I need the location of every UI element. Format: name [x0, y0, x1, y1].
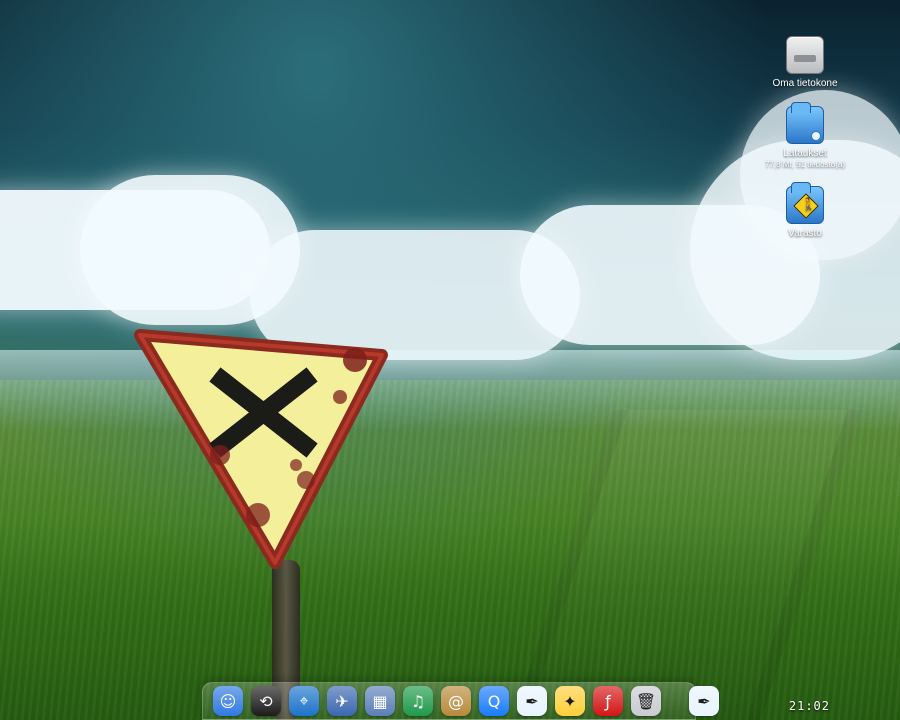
mail-stamp-icon[interactable]: ✈ — [327, 686, 357, 716]
desktop-icon-label: Lataukset — [783, 148, 827, 159]
road-sign-graphic — [134, 329, 388, 569]
dock-icon: ✒ — [697, 691, 711, 711]
desktop-icon-varasto[interactable]: Varasto — [750, 182, 860, 240]
desktop-icon-lataukset[interactable]: Lataukset 77,8 Mt, 51 tiedosto(a) — [750, 102, 860, 170]
feather-app-icon-2[interactable]: ✒ — [689, 686, 719, 716]
dock-icon: ☺ — [219, 691, 237, 711]
music-icon[interactable]: ♫ — [403, 686, 433, 716]
dock-icon: ⟲ — [259, 691, 273, 711]
dock: ☺ ⟲ ⌖ ✈ ▦ ♫ @ Q ✒ ✦ ƒ 🗑 ✒ — [202, 682, 719, 720]
road-sign — [130, 325, 390, 575]
feather-app-icon[interactable]: ✒ — [517, 686, 547, 716]
workzone-sign-icon — [793, 193, 819, 219]
dock-icon: ✦ — [563, 691, 577, 711]
download-badge-icon — [811, 131, 821, 141]
dock-icon: ▦ — [372, 691, 388, 711]
dock-icon: ✒ — [525, 691, 539, 711]
dock-icon: ♫ — [410, 691, 426, 711]
desktop-icon-label: Oma tietokone — [772, 78, 838, 89]
finder-icon[interactable]: ☺ — [213, 686, 243, 716]
dock-icon: ƒ — [605, 691, 611, 711]
photos-icon[interactable]: ▦ — [365, 686, 395, 716]
hard-drive-icon — [786, 36, 824, 74]
flash-icon[interactable]: ƒ — [593, 686, 623, 716]
desktop: Oma tietokone Lataukset 77,8 Mt, 51 tied… — [0, 0, 900, 720]
dock-icon: @ — [448, 691, 464, 711]
dock-icon: 🗑 — [635, 691, 657, 711]
address-book-icon[interactable]: @ — [441, 686, 471, 716]
storage-folder-icon — [786, 182, 824, 224]
downloads-folder-icon — [786, 102, 824, 144]
menubar-clock: 21:02 — [788, 699, 830, 713]
desktop-icon-label: Varasto — [788, 228, 822, 239]
dock-icon: Q — [487, 691, 501, 711]
quicktime-icon[interactable]: Q — [479, 686, 509, 716]
desktop-icon-sublabel: 77,8 Mt, 51 tiedosto(a) — [764, 160, 846, 169]
desktop-icon-oma-tietokone[interactable]: Oma tietokone — [750, 36, 860, 90]
safari-icon[interactable]: ⌖ — [289, 686, 319, 716]
dock-icon: ✈ — [335, 691, 349, 711]
trash-icon[interactable]: 🗑 — [631, 686, 661, 716]
dashboard-icon[interactable]: ⟲ — [251, 686, 281, 716]
illustrator-style-icon[interactable]: ✦ — [555, 686, 585, 716]
dock-icon: ⌖ — [299, 691, 309, 710]
